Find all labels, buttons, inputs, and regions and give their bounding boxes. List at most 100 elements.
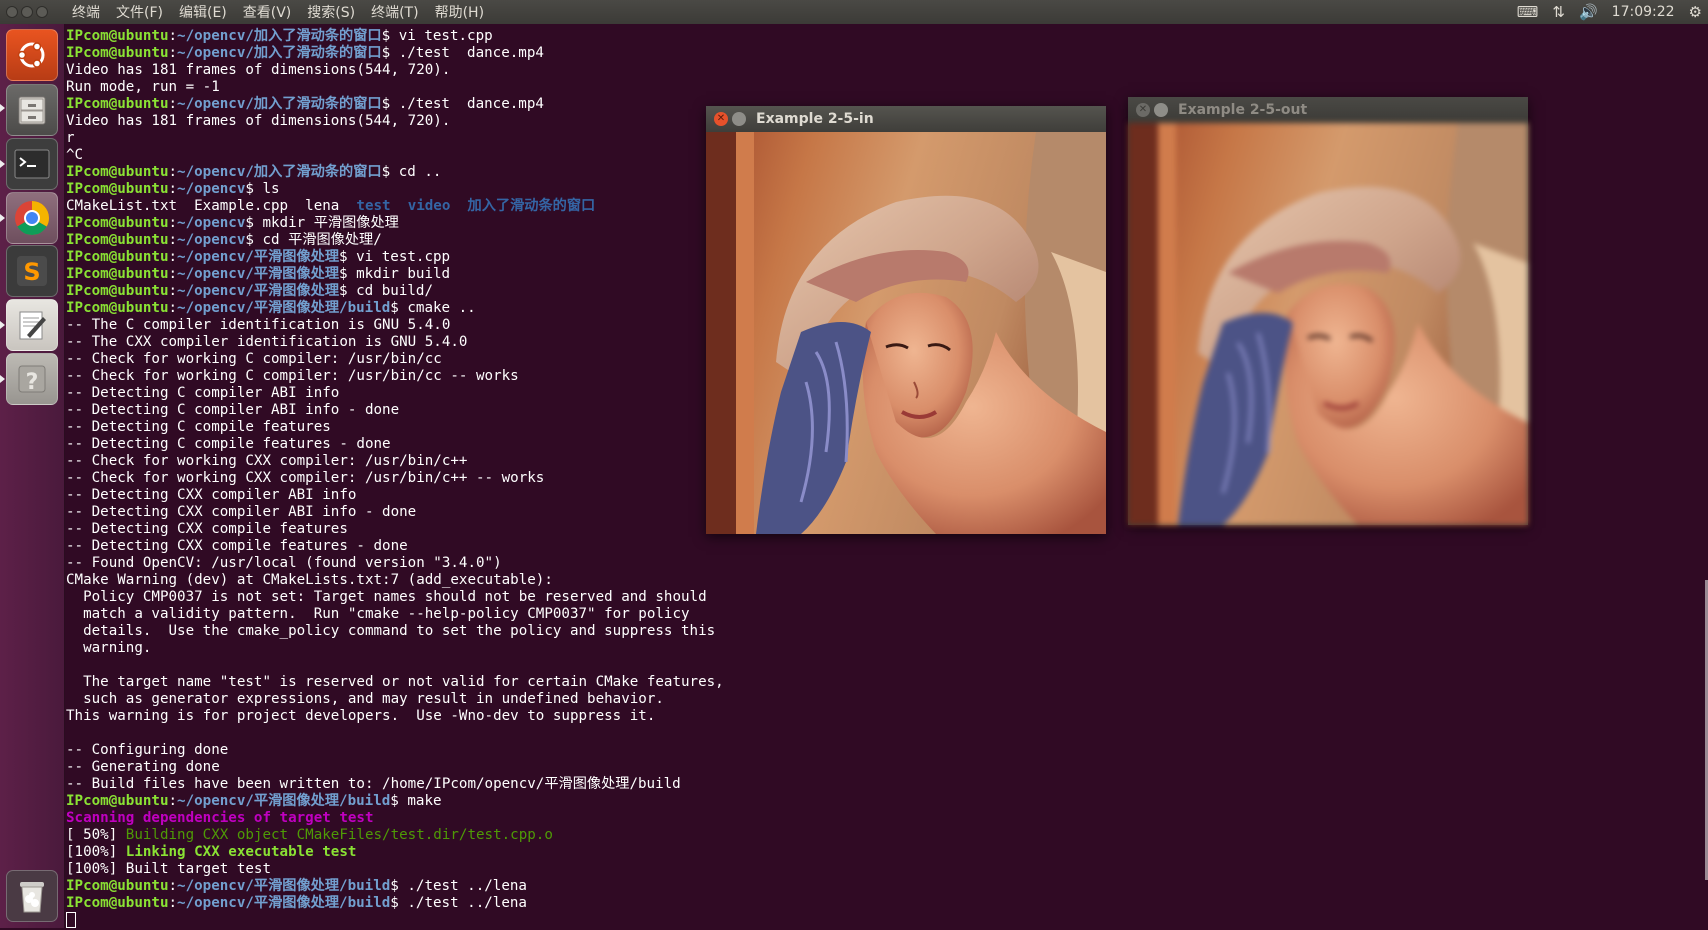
terminal-line: warning. xyxy=(66,640,1708,657)
running-indicator xyxy=(0,214,5,222)
terminal-text: $ mkdir 平滑图像处理 xyxy=(245,215,399,231)
menu-file[interactable]: 文件(F) xyxy=(108,2,171,22)
terminal-text: : xyxy=(168,249,178,265)
image-window-in-titlebar[interactable]: ✕ Example 2-5-in xyxy=(706,106,1106,132)
prompt-user: IPcom@ubuntu xyxy=(66,266,169,282)
terminal-text: -- Check for working C compiler: /usr/bi… xyxy=(66,368,519,384)
files-button[interactable] xyxy=(6,84,58,136)
launcher: S ? xyxy=(0,24,65,928)
terminal-text: -- Detecting C compiler ABI info - done xyxy=(66,402,400,418)
terminal-text: Policy CMP0037 is not set: Target names … xyxy=(66,589,707,605)
terminal-text: [100%] xyxy=(66,844,126,860)
terminal-line: Policy CMP0037 is not set: Target names … xyxy=(66,589,1708,606)
terminal-text: test xyxy=(356,198,391,214)
terminal-button[interactable] xyxy=(6,138,58,190)
terminal-text: -- The CXX compiler identification is GN… xyxy=(66,334,468,350)
terminal-text: -- The C compiler identification is GNU … xyxy=(66,317,451,333)
image-window-in[interactable]: ✕ Example 2-5-in xyxy=(706,106,1106,534)
terminal-text: $ ./test dance.mp4 xyxy=(381,96,544,112)
menu-edit[interactable]: 编辑(E) xyxy=(171,2,235,22)
terminal-text: match a validity pattern. Run "cmake --h… xyxy=(66,606,690,622)
terminal-text: : xyxy=(168,878,178,894)
maximize-window-button[interactable] xyxy=(36,6,48,18)
terminal-text: -- Detecting CXX compile features - done xyxy=(66,538,408,554)
menu-terminal[interactable]: 终端(T) xyxy=(363,2,426,22)
terminal-text: video xyxy=(407,198,451,214)
terminal-text: r xyxy=(66,130,75,146)
terminal-text: warning. xyxy=(66,640,152,656)
svg-text:S: S xyxy=(23,258,40,286)
terminal-text: -- Detecting C compiler ABI info xyxy=(66,385,340,401)
prompt-user: IPcom@ubuntu xyxy=(66,249,169,265)
terminal-text: 加入了滑动条的窗口 xyxy=(467,198,596,214)
minimize-icon[interactable] xyxy=(1154,103,1168,117)
gear-icon[interactable]: ⚙ xyxy=(1689,3,1702,21)
keyboard-icon[interactable]: ⌨ xyxy=(1517,3,1539,21)
clock[interactable]: 17:09:22 xyxy=(1612,4,1675,20)
network-icon[interactable]: ⇅ xyxy=(1552,3,1565,21)
prompt-user: IPcom@ubuntu xyxy=(66,45,169,61)
prompt-user: IPcom@ubuntu xyxy=(66,28,169,44)
window-title: Example 2-5-in xyxy=(756,111,874,127)
terminal-line: IPcom@ubuntu:~/opencv/平滑图像处理/build$ ./te… xyxy=(66,878,1708,895)
ubuntu-dash-button[interactable] xyxy=(6,29,58,81)
image-window-out[interactable]: ✕ Example 2-5-out xyxy=(1128,97,1528,525)
volume-icon[interactable]: 🔊 xyxy=(1579,3,1598,21)
menu-search[interactable]: 搜索(S) xyxy=(299,2,363,22)
prompt-user: IPcom@ubuntu xyxy=(66,164,169,180)
trash-button[interactable] xyxy=(6,870,58,922)
terminal-text: $ make xyxy=(390,793,442,809)
prompt-path: ~/opencv/加入了滑动条的窗口 xyxy=(177,28,382,44)
menu-app[interactable]: 终端 xyxy=(64,2,108,22)
close-icon[interactable]: ✕ xyxy=(1136,103,1150,117)
terminal-icon xyxy=(14,149,50,179)
prompt-path: ~/opencv/平滑图像处理/build xyxy=(177,878,391,894)
terminal-text: : xyxy=(168,96,178,112)
terminal-text: This warning is for project developers. … xyxy=(66,708,656,724)
terminal-text: $ ./test ../lena xyxy=(390,895,527,911)
system-tray: ⌨ ⇅ 🔊 17:09:22 ⚙ xyxy=(1517,0,1702,24)
menu-help[interactable]: 帮助(H) xyxy=(427,2,492,22)
minimize-icon[interactable] xyxy=(732,112,746,126)
image-window-out-titlebar[interactable]: ✕ Example 2-5-out xyxy=(1128,97,1528,123)
running-indicator xyxy=(0,375,5,383)
terminal-text: The target name "test" is reserved or no… xyxy=(66,674,724,690)
terminal-line: -- Configuring done xyxy=(66,742,1708,759)
prompt-path: ~/opencv xyxy=(177,215,246,231)
terminal-text: : xyxy=(168,232,178,248)
terminal-line: match a validity pattern. Run "cmake --h… xyxy=(66,606,1708,623)
terminal-line: Scanning dependencies of target test xyxy=(66,810,1708,827)
help-icon: ? xyxy=(18,365,46,395)
terminal-line: [100%] Built target test xyxy=(66,861,1708,878)
svg-text:?: ? xyxy=(26,370,39,395)
terminal-text: : xyxy=(168,283,178,299)
sublime-text-button[interactable]: S xyxy=(6,245,58,297)
prompt-path: ~/opencv/平滑图像处理/build xyxy=(177,793,391,809)
terminal-text: $ cd build/ xyxy=(339,283,434,299)
terminal-text: -- Check for working CXX compiler: /usr/… xyxy=(66,453,468,469)
menu-view[interactable]: 查看(V) xyxy=(235,2,300,22)
terminal-text: -- Detecting CXX compiler ABI info xyxy=(66,487,357,503)
running-indicator xyxy=(0,321,5,329)
terminal-text: -- Check for working C compiler: /usr/bi… xyxy=(66,351,442,367)
terminal-text: $ vi test.cpp xyxy=(381,28,493,44)
prompt-user: IPcom@ubuntu xyxy=(66,96,169,112)
close-window-button[interactable] xyxy=(6,6,18,18)
terminal-text: : xyxy=(168,45,178,61)
terminal-text: $ cd .. xyxy=(381,164,442,180)
minimize-window-button[interactable] xyxy=(21,6,33,18)
lena-image-smoothed xyxy=(1128,123,1528,525)
terminal-text: CMake Warning (dev) at CMakeLists.txt:7 … xyxy=(66,572,553,588)
terminal-text: Video has 181 frames of dimensions(544, … xyxy=(66,113,451,129)
chrome-button[interactable] xyxy=(6,192,58,244)
help-button[interactable]: ? xyxy=(6,353,58,405)
prompt-path: ~/opencv/加入了滑动条的窗口 xyxy=(177,164,382,180)
terminal-text: : xyxy=(168,266,178,282)
close-icon[interactable]: ✕ xyxy=(714,112,728,126)
terminal-text: : xyxy=(168,215,178,231)
terminal-line: IPcom@ubuntu:~/opencv/平滑图像处理/build$ make xyxy=(66,793,1708,810)
text-editor-button[interactable] xyxy=(6,299,58,351)
prompt-user: IPcom@ubuntu xyxy=(66,232,169,248)
